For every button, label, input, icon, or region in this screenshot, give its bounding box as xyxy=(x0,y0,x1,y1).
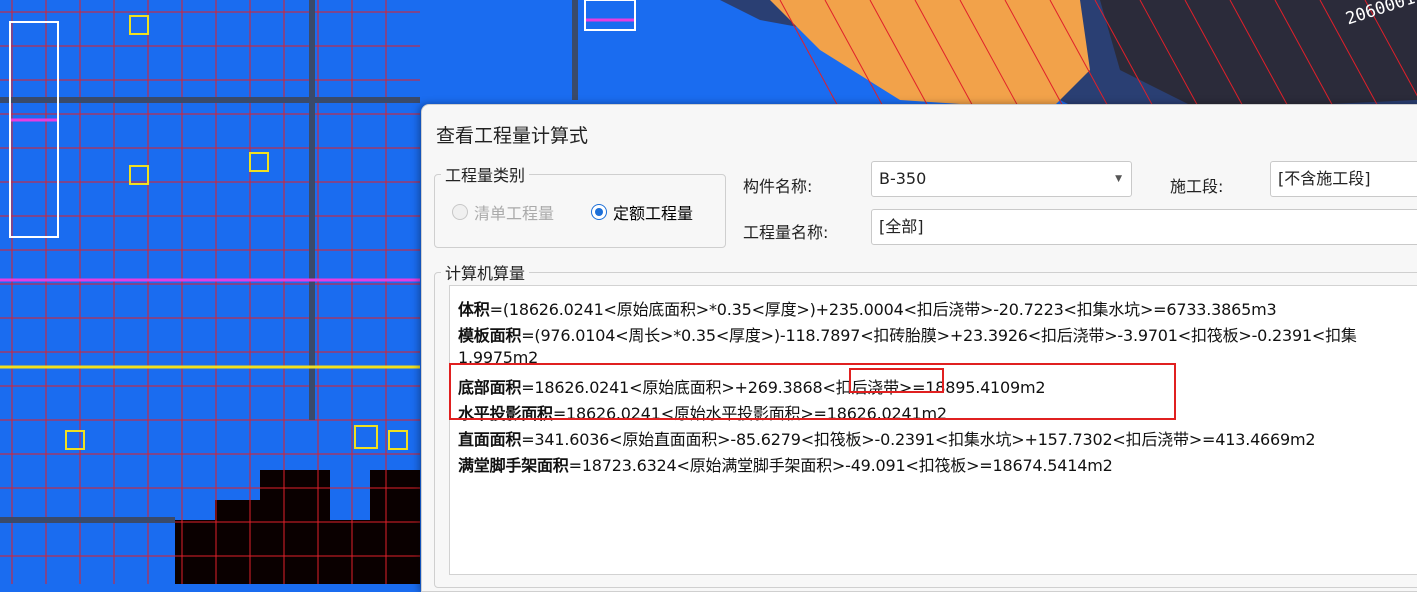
calc-expression: =341.6036<原始直面面积>-85.6279<扣筏板>-0.2391<扣集… xyxy=(521,430,1316,449)
calc-term: 体积 xyxy=(458,300,490,319)
radio-label: 定额工程量 xyxy=(613,204,694,223)
quantity-type-legend: 工程量类别 xyxy=(445,166,526,185)
calc-term: 模板面积 xyxy=(458,326,522,345)
calc-term: 直面面积 xyxy=(458,430,522,449)
construction-stage-value: [不含施工段] xyxy=(1278,169,1371,188)
computer-calc-legend: 计算机算量 xyxy=(445,264,526,283)
construction-stage-select[interactable]: [不含施工段] xyxy=(1270,161,1417,197)
component-name-value: B-350 xyxy=(879,169,927,188)
highlight-box-lines xyxy=(449,363,1176,420)
calc-line-scaffold-area: 满堂脚手架面积=18723.6324<原始满堂脚手架面积>-49.091<扣筏板… xyxy=(458,452,1113,476)
calc-expression: =(976.0104<周长>*0.35<厚度>)-118.7897<扣砖胎膜>+… xyxy=(521,326,1357,345)
calc-expression: =(18626.0241<原始底面积>*0.35<厚度>)+235.0004<扣… xyxy=(489,300,1277,319)
calc-term: 满堂脚手架面积 xyxy=(458,456,569,475)
radio-circle-icon xyxy=(452,204,468,220)
calculation-text-area[interactable]: 体积=(18626.0241<原始底面积>*0.35<厚度>)+235.0004… xyxy=(449,285,1417,575)
dialog-title: 查看工程量计算式 xyxy=(436,125,589,147)
calc-expression: =18723.6324<原始满堂脚手架面积>-49.091<扣筏板>=18674… xyxy=(568,456,1113,475)
calculation-formula-dialog: 查看工程量计算式 工程量类别 清单工程量 定额工程量 构件名称: B-350 ▼… xyxy=(421,104,1417,592)
chevron-down-icon: ▼ xyxy=(1115,174,1122,184)
calc-line-volume: 体积=(18626.0241<原始底面积>*0.35<厚度>)+235.0004… xyxy=(458,296,1277,320)
highlight-box-post-pour-strip xyxy=(849,368,944,393)
component-name-label: 构件名称: xyxy=(743,177,813,196)
quantity-name-label: 工程量名称: xyxy=(743,223,829,242)
calc-line-formwork: 模板面积=(976.0104<周长>*0.35<厚度>)-118.7897<扣砖… xyxy=(458,322,1357,346)
calc-line-vertical-area: 直面面积=341.6036<原始直面面积>-85.6279<扣筏板>-0.239… xyxy=(458,426,1316,450)
quantity-name-select[interactable]: [全部] xyxy=(871,209,1417,245)
radio-selected-icon xyxy=(591,204,607,220)
radio-label: 清单工程量 xyxy=(474,204,555,223)
quantity-name-value: [全部] xyxy=(879,217,924,236)
construction-stage-label: 施工段: xyxy=(1170,177,1224,196)
component-name-select[interactable]: B-350 ▼ xyxy=(871,161,1132,197)
radio-quota-quantity[interactable]: 定额工程量 xyxy=(591,200,693,224)
radio-list-quantity[interactable]: 清单工程量 xyxy=(452,200,554,224)
